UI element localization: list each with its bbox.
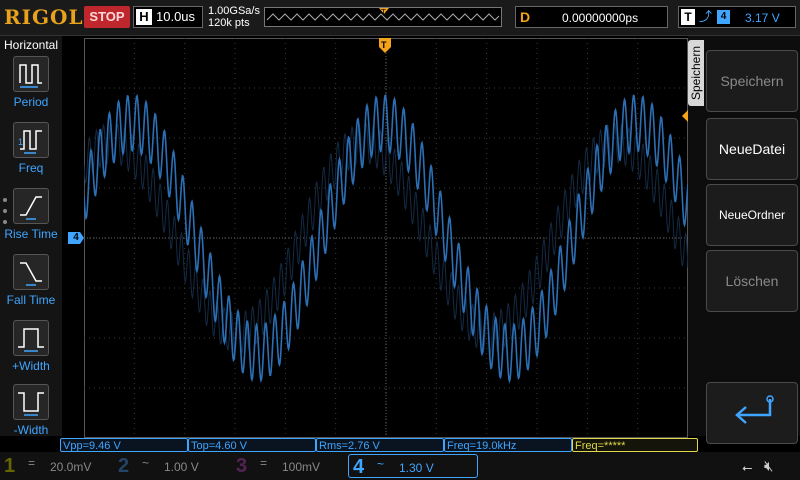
- trigger-label: T: [681, 9, 695, 25]
- sample-rate: 1.00GSa/s: [208, 5, 260, 17]
- waveform-display[interactable]: T: [84, 38, 688, 438]
- menu-title: Speichern: [689, 45, 703, 101]
- ch4-offset-label: 4: [73, 232, 79, 243]
- horizontal-timebase-box[interactable]: H 10.0us: [133, 6, 203, 28]
- channel-3[interactable]: 3 = 100mV: [232, 454, 344, 478]
- rising-edge-icon: ⤴: [699, 9, 713, 24]
- delete-softkey[interactable]: Löschen: [706, 250, 798, 312]
- measurement-results: Vpp=9.46 V Top=4.60 V Rms=2.76 V Freq=19…: [60, 438, 700, 452]
- channel-status-bar: 1 = 20.0mV 2 ~ 1.00 V 3 = 100mV 4 ~ 1.30…: [0, 452, 800, 480]
- trigger-marker-label: T: [381, 40, 387, 50]
- memory-depth: 120k pts: [208, 17, 250, 29]
- enter-icon: [735, 395, 774, 424]
- measure-fall-time[interactable]: Fall Time: [0, 254, 62, 316]
- measure-positive-width[interactable]: +Width: [0, 320, 62, 382]
- enter-softkey[interactable]: [706, 382, 798, 444]
- measurement-vpp[interactable]: Vpp=9.46 V: [60, 438, 188, 452]
- measure-fall-time-label: Fall Time: [6, 293, 56, 307]
- channel-4-scale: 1.30 V: [399, 461, 434, 475]
- ch4-offset-marker[interactable]: 4: [68, 232, 84, 244]
- measurement-freq-ch1[interactable]: Freq=*****: [572, 438, 698, 452]
- channel-2-scale: 1.00 V: [164, 460, 199, 474]
- delay-box[interactable]: D 0.00000000ps: [515, 6, 668, 28]
- channel-2[interactable]: 2 ~ 1.00 V: [114, 454, 226, 478]
- frequency-icon: 1: [13, 122, 49, 158]
- acquisition-info: 1.00GSa/s 120k pts: [208, 5, 260, 29]
- top-status-bar: RIGOL STOP H 10.0us 1.00GSa/s 120k pts T…: [0, 0, 800, 36]
- trigger-marker: T: [379, 38, 391, 53]
- new-file-softkey[interactable]: NeueDatei: [706, 118, 798, 180]
- menu-title-tab: Speichern: [688, 40, 704, 106]
- save-softkey[interactable]: Speichern: [706, 50, 798, 112]
- channel-3-coupling: =: [260, 456, 268, 470]
- measure-rise-time[interactable]: Rise Time: [0, 188, 62, 250]
- softkey-menu: Speichern Speichern NeueDatei NeueOrdner…: [688, 36, 800, 444]
- measurement-freq[interactable]: Freq=19.0kHz: [444, 438, 572, 452]
- measure-rise-time-label: Rise Time: [4, 227, 58, 241]
- run-stop-indicator[interactable]: STOP: [84, 6, 130, 28]
- channel-1-scale: 20.0mV: [50, 460, 92, 474]
- brand-logo: RIGOL: [4, 5, 84, 29]
- measure-positive-width-label: +Width: [12, 359, 50, 373]
- delay-label: D: [520, 9, 531, 25]
- channel-1[interactable]: 1 = 20.0mV: [0, 454, 112, 478]
- trigger-position-bar: T: [264, 7, 502, 27]
- channel-3-number: 3: [236, 455, 248, 477]
- negative-width-icon: [13, 384, 49, 420]
- new-folder-softkey[interactable]: NeueOrdner: [706, 184, 798, 246]
- channel-4-coupling: ~: [377, 457, 385, 471]
- period-icon: [13, 56, 49, 92]
- measure-period[interactable]: Period: [0, 56, 62, 118]
- trigger-source: 4: [717, 10, 730, 24]
- channel-4-number: 4: [353, 456, 365, 478]
- trigger-position-marker: T: [381, 8, 386, 17]
- horizontal-label: H: [136, 9, 152, 25]
- channel-2-number: 2: [118, 455, 130, 477]
- rise-time-icon: [13, 188, 49, 224]
- trigger-level: 3.17 V: [745, 11, 780, 25]
- panel-title: Horizontal: [3, 38, 59, 52]
- channel-4[interactable]: 4 ~ 1.30 V: [348, 454, 478, 478]
- fall-time-icon: [13, 254, 49, 290]
- channel-2-coupling: ~: [142, 456, 150, 470]
- measure-freq[interactable]: 1 Freq: [0, 122, 62, 184]
- measure-period-label: Period: [13, 95, 49, 109]
- measure-negative-width-label: -Width: [13, 423, 49, 437]
- channel-3-scale: 100mV: [282, 460, 321, 474]
- measurement-top[interactable]: Top=4.60 V: [188, 438, 316, 452]
- speaker-muted-icon[interactable]: 🔇︎: [764, 458, 773, 475]
- channel-1-number: 1: [4, 455, 16, 477]
- trigger-box[interactable]: T ⤴ 4 3.17 V: [678, 6, 796, 28]
- positive-width-icon: [13, 320, 49, 356]
- delay-value: 0.00000000ps: [562, 11, 639, 25]
- measure-negative-width[interactable]: -Width: [0, 384, 62, 446]
- timebase-value: 10.0us: [156, 9, 196, 24]
- svg-text:1: 1: [18, 137, 23, 147]
- measurement-rms[interactable]: Rms=2.76 V: [316, 438, 444, 452]
- measurement-panel: Horizontal Period 1 Freq Rise Time Fall …: [0, 36, 62, 437]
- measure-freq-label: Freq: [18, 161, 44, 175]
- usb-icon: ⭠: [742, 460, 753, 475]
- channel-1-coupling: =: [28, 456, 36, 470]
